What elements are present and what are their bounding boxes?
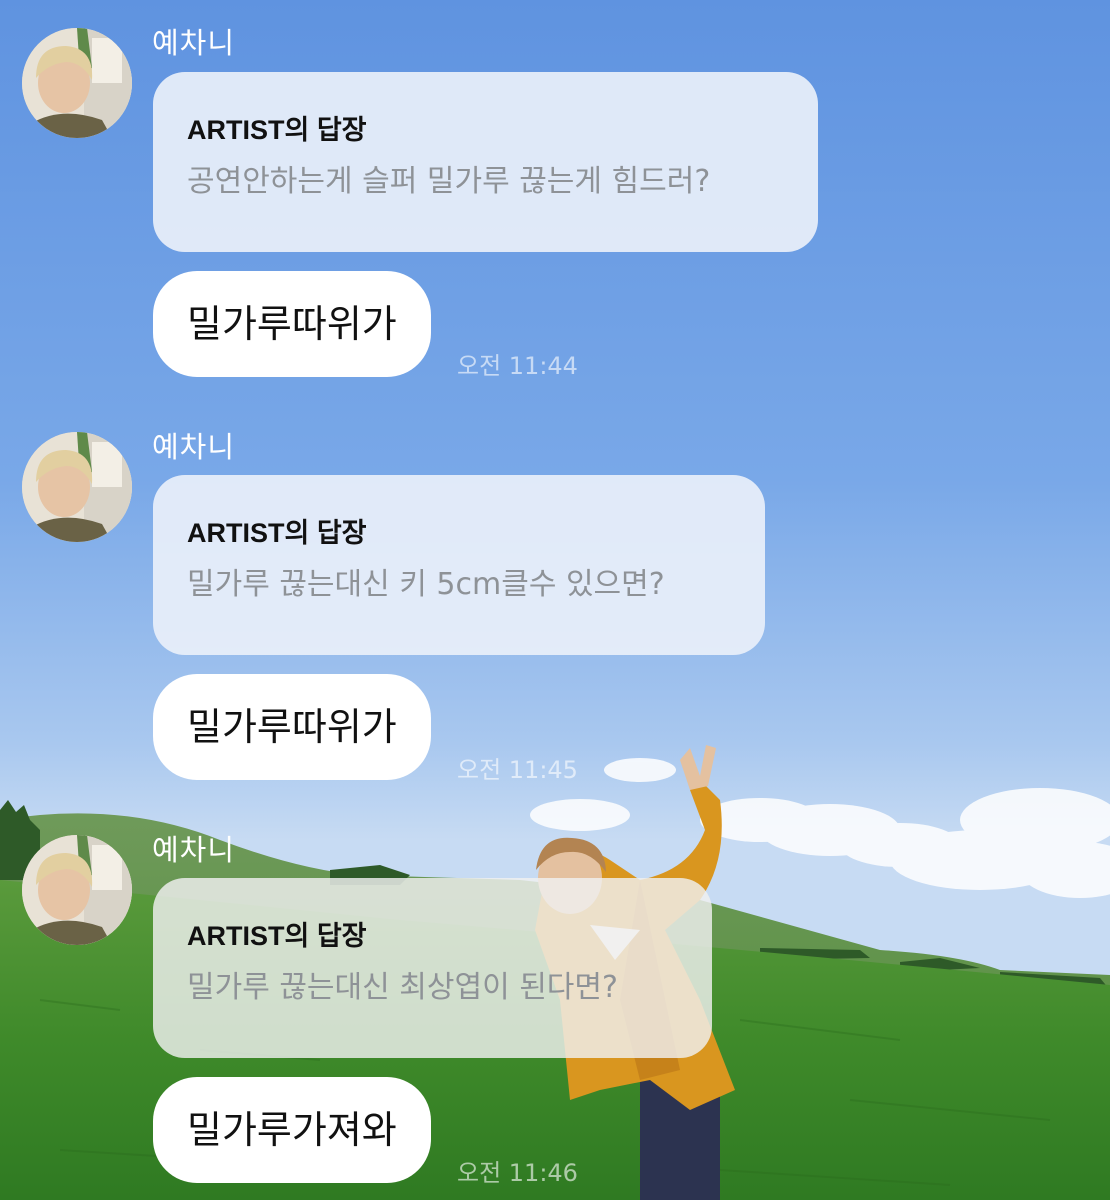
sender-name: 예차니 [152,26,236,60]
artist-reply-quote[interactable]: ARTIST의 답장 공연안하는게 슬퍼 밀가루 끊는게 힘드러? [153,72,818,252]
fan-question: 밀가루 끊는대신 키 5cm클수 있으면? [187,567,665,602]
avatar-photo-icon [22,28,132,138]
fan-question: 공연안하는게 슬퍼 밀가루 끊는게 힘드러? [187,164,711,199]
sender-name: 예차니 [152,430,236,464]
message-timestamp: 오전 11:46 [457,1159,578,1187]
reply-title: ARTIST의 답장 [187,921,367,951]
artist-answer-bubble[interactable]: 밀가루따위가 [153,674,431,780]
sender-avatar[interactable] [22,835,132,945]
artist-reply-quote[interactable]: ARTIST의 답장 밀가루 끊는대신 최상엽이 된다면? [153,878,712,1058]
message-timestamp: 오전 11:45 [457,756,578,784]
artist-reply-quote[interactable]: ARTIST의 답장 밀가루 끊는대신 키 5cm클수 있으면? [153,475,765,655]
artist-answer-bubble[interactable]: 밀가루따위가 [153,271,431,377]
artist-answer-bubble[interactable]: 밀가루가져와 [153,1077,431,1183]
reply-title: ARTIST의 답장 [187,518,367,548]
sender-avatar[interactable] [22,432,132,542]
reply-title: ARTIST의 답장 [187,115,367,145]
sender-name: 예차니 [152,833,236,867]
sender-avatar[interactable] [22,28,132,138]
avatar-photo-icon [22,835,132,945]
message-timestamp: 오전 11:44 [457,352,578,380]
fan-question: 밀가루 끊는대신 최상엽이 된다면? [187,970,618,1005]
avatar-photo-icon [22,432,132,542]
